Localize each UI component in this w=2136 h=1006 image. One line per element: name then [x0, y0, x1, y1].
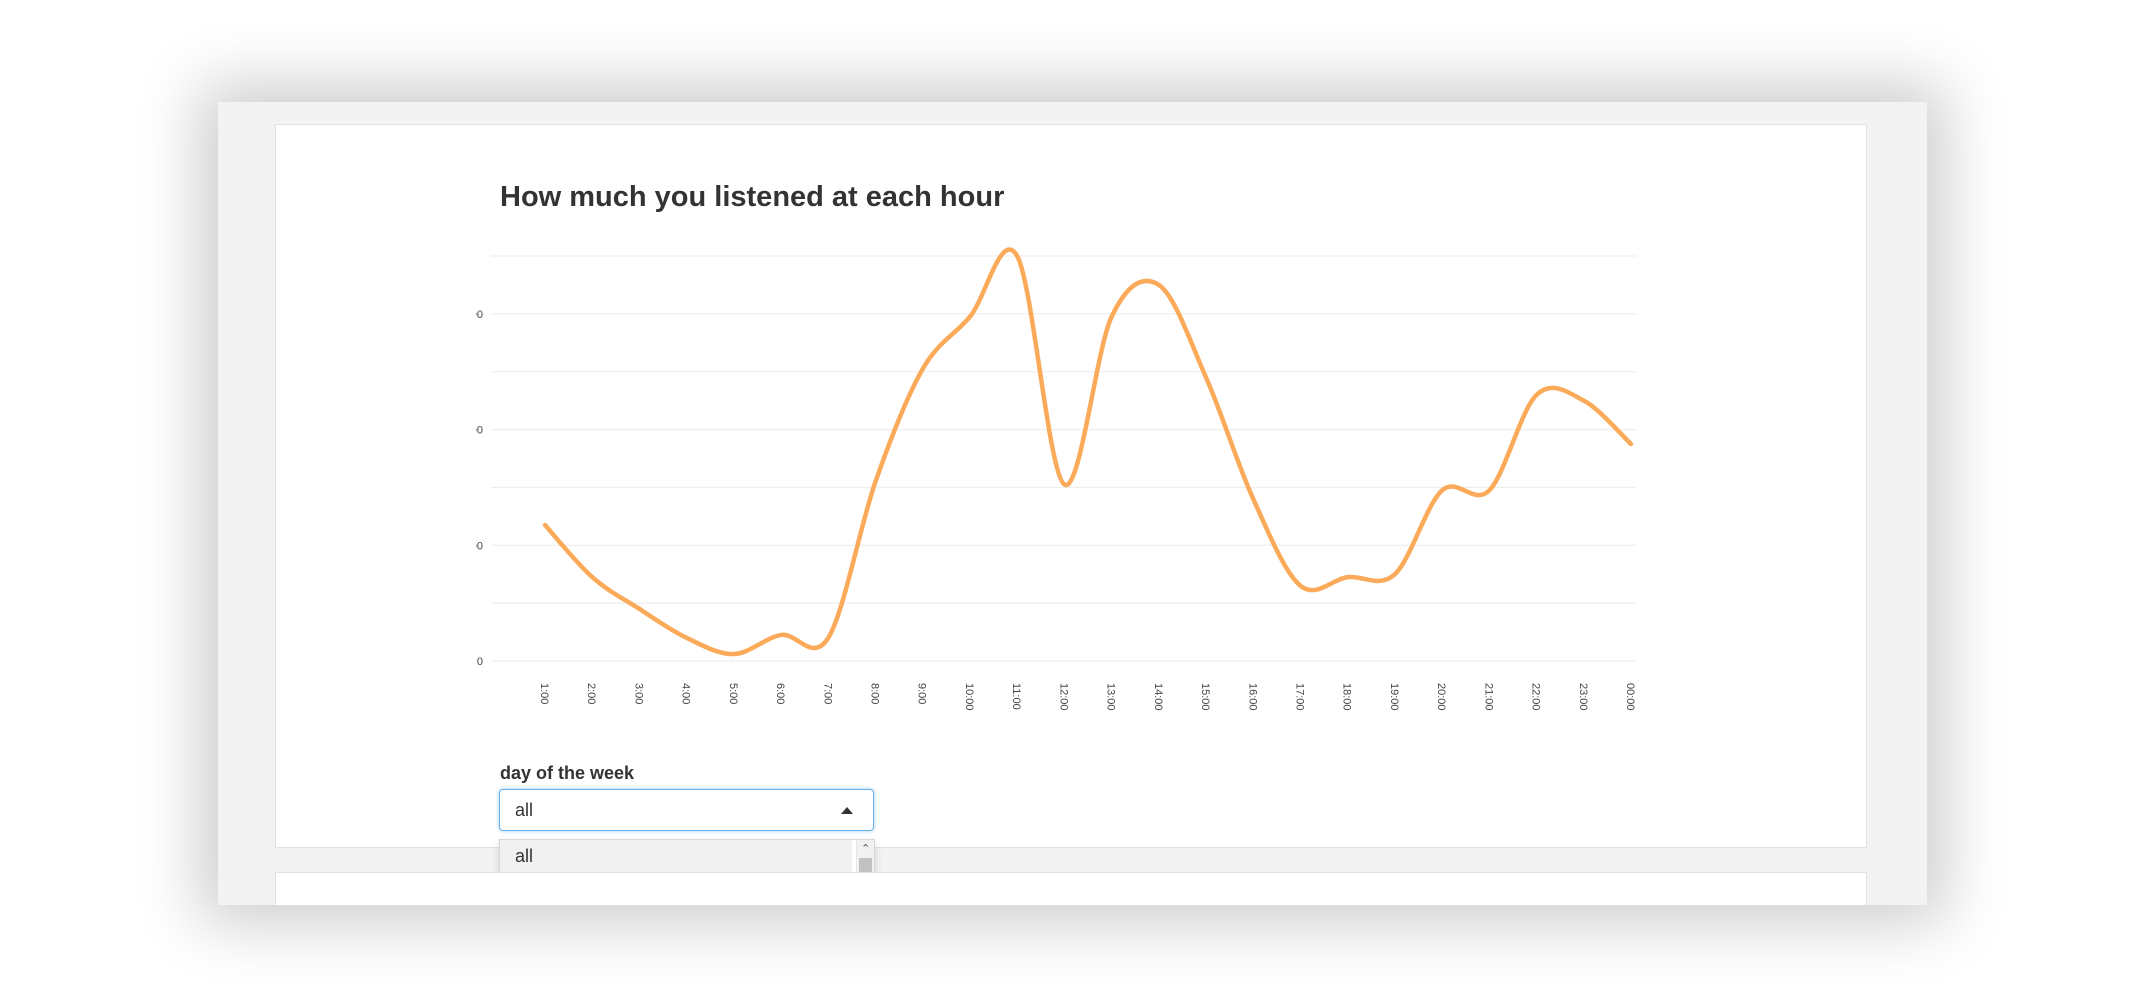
day-of-week-label: day of the week — [500, 763, 635, 783]
data-point — [921, 367, 925, 371]
x-tick-label: 7:00 — [821, 683, 833, 704]
data-point — [1393, 572, 1397, 576]
data-point — [1204, 376, 1208, 380]
data-point — [779, 633, 783, 637]
select-value[interactable]: all — [515, 800, 533, 821]
data-point — [874, 480, 878, 484]
x-tick-label: 10:00 — [963, 683, 975, 711]
scroll-up-icon[interactable]: ⌃ — [861, 842, 870, 855]
x-tick-label: 4:00 — [680, 683, 692, 704]
x-tick-label: 2:00 — [585, 683, 597, 704]
x-tick-label: 19:00 — [1388, 683, 1400, 711]
x-tick-label: 6:00 — [774, 683, 786, 704]
chart-panel: How much you listened at each hour 0 200 4… — [275, 124, 1867, 905]
day-of-week-select[interactable]: all — [499, 789, 874, 831]
x-tick-label: 22:00 — [1530, 683, 1542, 711]
x-tick-label: 9:00 — [916, 683, 928, 704]
series-line — [542, 247, 1634, 657]
y-tick-label: 600 — [476, 309, 483, 321]
y-tick-label: 0 — [477, 656, 483, 668]
x-tick-label: 14:00 — [1152, 683, 1164, 711]
x-tick-label: 00:00 — [1624, 683, 1636, 711]
x-tick-label: 3:00 — [632, 683, 644, 704]
x-tick-label: 20:00 — [1435, 683, 1447, 711]
data-point — [1346, 575, 1350, 579]
data-point — [1440, 488, 1444, 492]
data-point — [1015, 254, 1019, 258]
x-tick-label: 18:00 — [1341, 683, 1353, 711]
data-point — [968, 315, 972, 319]
data-point — [826, 636, 830, 640]
data-point — [1157, 283, 1161, 287]
x-tick-label: 5:00 — [727, 683, 739, 704]
next-panel — [275, 872, 1867, 905]
data-point — [637, 607, 641, 611]
x-tick-label: 12:00 — [1057, 683, 1069, 711]
x-tick-label: 1:00 — [538, 683, 550, 704]
x-tick-label: 13:00 — [1105, 683, 1117, 711]
option-all[interactable]: all — [500, 840, 852, 873]
data-point — [1629, 442, 1633, 446]
x-tick-label: 8:00 — [869, 683, 881, 704]
x-tick-label: 15:00 — [1199, 683, 1211, 711]
data-point — [685, 636, 689, 640]
data-point — [1251, 497, 1255, 501]
data-point — [1110, 315, 1114, 319]
app-window: How much you listened at each hour 0 200 4… — [218, 102, 1927, 905]
data-point — [543, 523, 547, 527]
y-tick-label: 400 — [476, 425, 483, 437]
x-tick-label: 16:00 — [1246, 683, 1258, 711]
data-point — [1062, 483, 1066, 487]
x-tick-label: 23:00 — [1577, 683, 1589, 711]
y-tick-label: 200 — [476, 540, 483, 552]
data-point — [1535, 393, 1539, 397]
data-point — [590, 575, 594, 579]
data-point — [732, 652, 736, 656]
hourly-listening-chart: 0200400600Total number of tracks1:002:00… — [476, 247, 1636, 711]
data-point — [1487, 488, 1491, 492]
data-point — [1298, 584, 1302, 588]
x-tick-label: 11:00 — [1010, 683, 1022, 710]
x-tick-label: 21:00 — [1482, 683, 1494, 711]
caret-up-icon[interactable] — [841, 807, 853, 814]
data-point — [1582, 399, 1586, 403]
x-tick-label: 17:00 — [1293, 683, 1305, 711]
page-title: How much you listened at each hour — [500, 181, 1005, 213]
